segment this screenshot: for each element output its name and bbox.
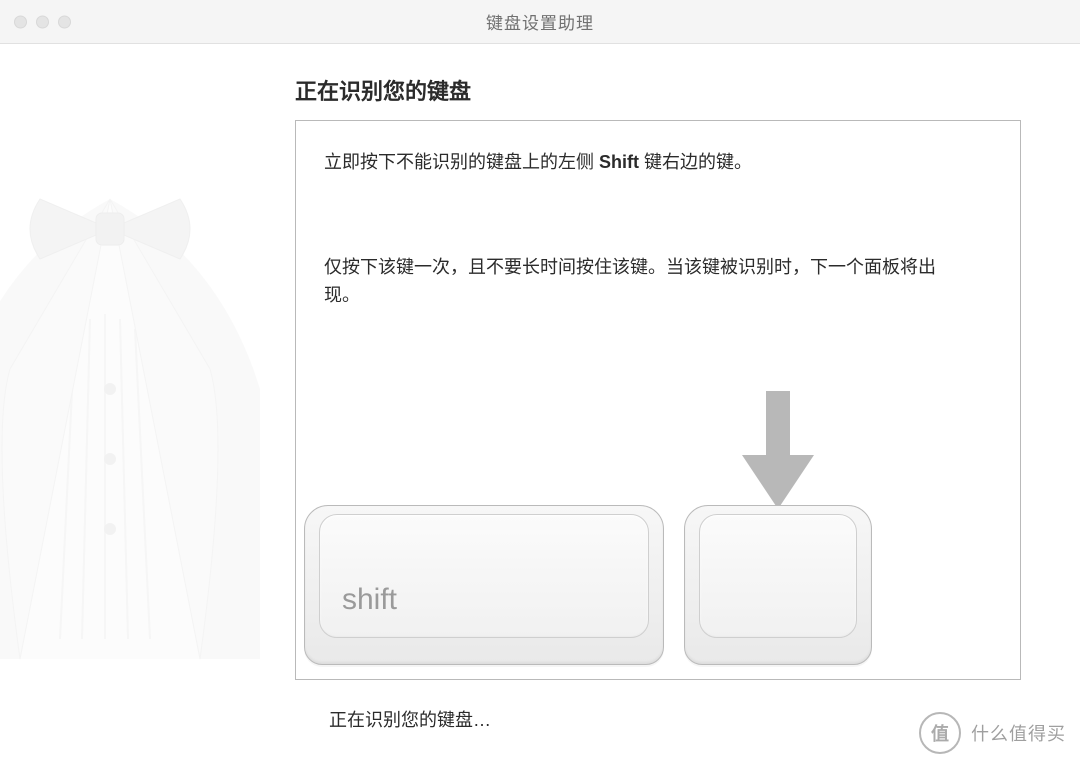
content-area: 正在识别您的键盘 立即按下不能识别的键盘上的左侧 Shift 键右边的键。 仅按… (0, 44, 1080, 764)
minimize-traffic-light[interactable] (36, 15, 49, 28)
instruction-key: Shift (599, 152, 639, 172)
watermark: 值 什么值得买 (919, 712, 1066, 754)
tuxedo-illustration (0, 139, 270, 739)
arrow-down-icon (738, 391, 818, 511)
instruction-panel: 立即按下不能识别的键盘上的左侧 Shift 键右边的键。 仅按下该键一次，且不要… (295, 120, 1021, 680)
close-traffic-light[interactable] (14, 15, 27, 28)
instruction-suffix: 键右边的键。 (639, 152, 752, 172)
watermark-badge-icon: 值 (919, 712, 961, 754)
watermark-text: 什么值得买 (971, 720, 1066, 746)
titlebar: 键盘设置助理 (0, 0, 1080, 44)
zoom-traffic-light[interactable] (58, 15, 71, 28)
page-heading: 正在识别您的键盘 (295, 74, 1035, 106)
main-column: 正在识别您的键盘 立即按下不能识别的键盘上的左侧 Shift 键右边的键。 仅按… (295, 74, 1035, 732)
instruction-prefix: 立即按下不能识别的键盘上的左侧 (324, 152, 599, 172)
key-illustration-row: shift (304, 505, 872, 665)
window-title: 键盘设置助理 (0, 9, 1080, 34)
keyboard-setup-assistant-window: 键盘设置助理 (0, 0, 1080, 764)
shift-key-label: shift (342, 583, 397, 617)
instruction-primary: 立即按下不能识别的键盘上的左侧 Shift 键右边的键。 (324, 149, 992, 176)
shift-key: shift (304, 505, 664, 665)
window-controls (14, 15, 71, 28)
target-key (684, 505, 872, 665)
instruction-detail: 仅按下该键一次，且不要长时间按住该键。当该键被识别时，下一个面板将出现。 (324, 254, 992, 310)
